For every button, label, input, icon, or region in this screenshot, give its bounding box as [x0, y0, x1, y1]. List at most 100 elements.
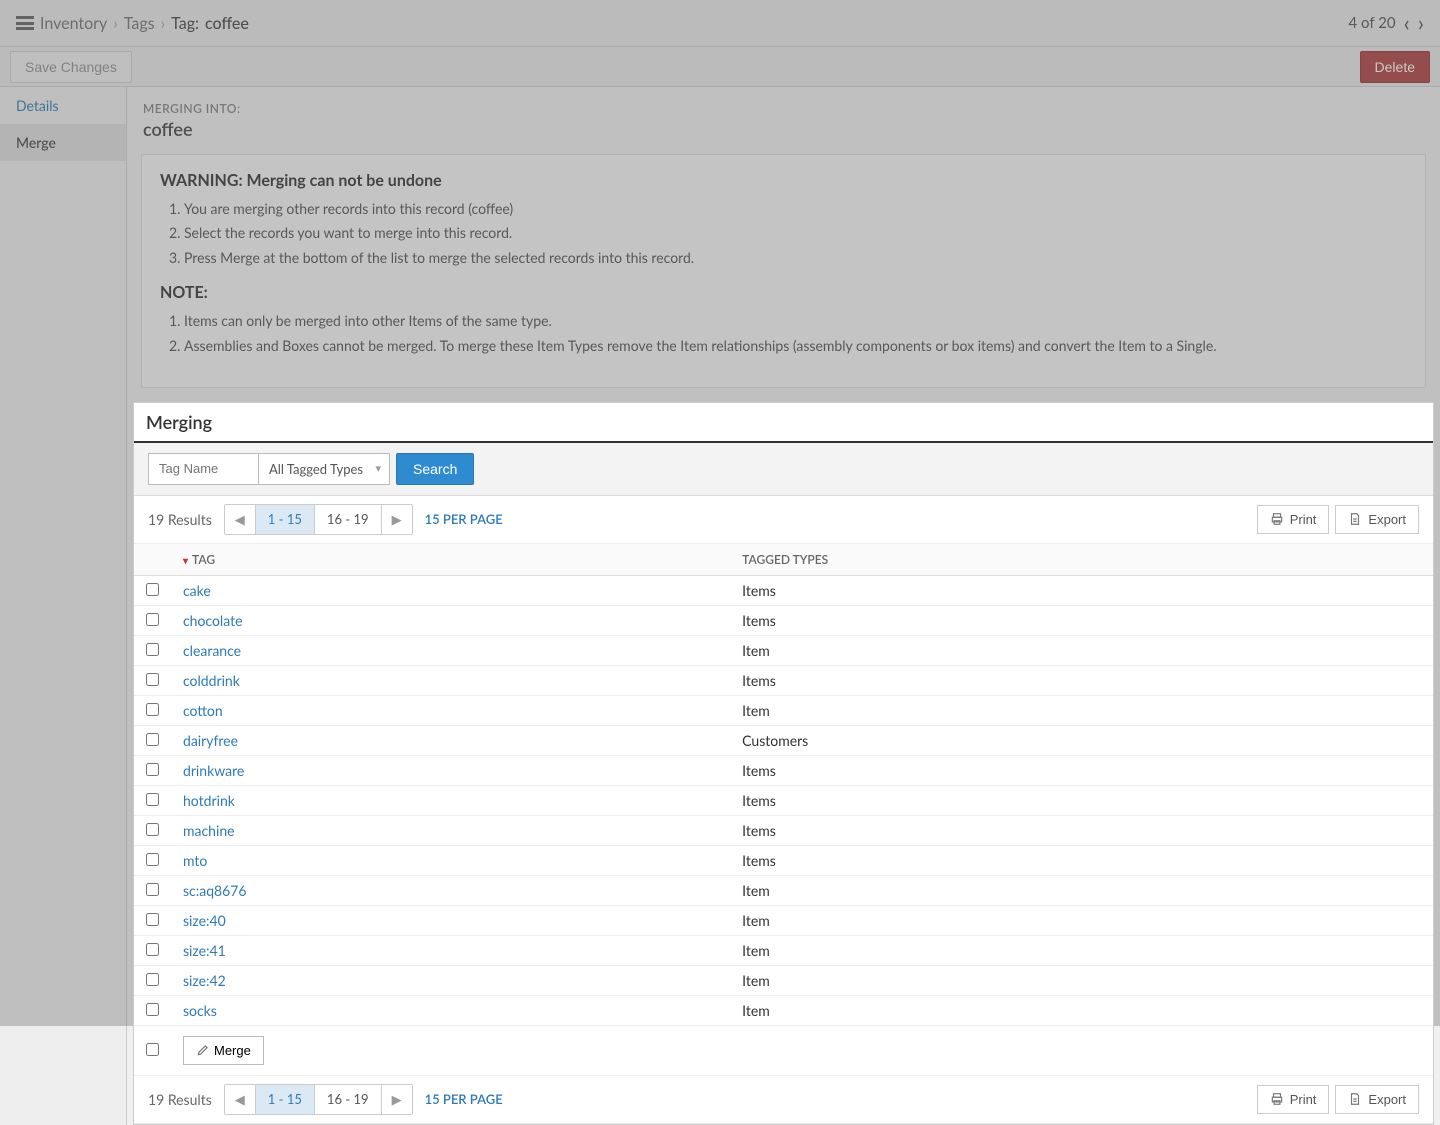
- tagged-types-cell: Items: [730, 785, 1433, 815]
- sidebar-tab-details[interactable]: Details: [0, 87, 126, 124]
- tag-link[interactable]: cake: [183, 582, 211, 599]
- tag-link[interactable]: colddrink: [183, 672, 240, 689]
- export-label: Export: [1368, 1092, 1406, 1107]
- row-checkbox[interactable]: [146, 673, 159, 686]
- tag-link[interactable]: socks: [183, 1002, 217, 1019]
- page-next-icon[interactable]: ▶: [382, 505, 412, 534]
- merging-section: Merging All Tagged Types Search 19 Resul…: [133, 402, 1434, 1125]
- breadcrumb-leaf-value: coffee: [205, 14, 249, 33]
- tag-link[interactable]: cotton: [183, 702, 223, 719]
- warning-step: Press Merge at the bottom of the list to…: [184, 247, 1407, 269]
- row-checkbox[interactable]: [146, 613, 159, 626]
- row-checkbox[interactable]: [146, 793, 159, 806]
- table-row: mtoItems: [134, 845, 1433, 875]
- print-label: Print: [1290, 512, 1317, 527]
- row-checkbox[interactable]: [146, 703, 159, 716]
- section-title: Merging: [134, 403, 1433, 443]
- print-icon: [1270, 1092, 1284, 1106]
- row-checkbox[interactable]: [146, 763, 159, 776]
- table-row: size:40Item: [134, 905, 1433, 935]
- export-button[interactable]: Export: [1335, 505, 1419, 534]
- row-checkbox[interactable]: [146, 583, 159, 596]
- tag-link[interactable]: drinkware: [183, 762, 244, 779]
- warning-heading: WARNING: Merging can not be undone: [160, 171, 1407, 190]
- tagged-types-cell: Item: [730, 695, 1433, 725]
- search-button[interactable]: Search: [396, 453, 474, 485]
- select-all-checkbox[interactable]: [146, 1043, 159, 1056]
- sidebar-tab-merge[interactable]: Merge: [0, 124, 126, 161]
- tagged-types-cell: Item: [730, 935, 1433, 965]
- tag-link[interactable]: hotdrink: [183, 792, 235, 809]
- per-page-link[interactable]: 15 PER PAGE: [425, 1091, 503, 1107]
- tag-link[interactable]: size:40: [183, 912, 226, 929]
- table-row: socks Item: [134, 995, 1433, 1025]
- export-icon: [1348, 512, 1362, 526]
- table-row: clearance Item: [134, 635, 1433, 665]
- row-checkbox[interactable]: [146, 883, 159, 896]
- page-range-1[interactable]: 1 - 15: [256, 1085, 315, 1114]
- results-bar-top: 19 Results ◀ 1 - 15 16 - 19 ▶ 15 PER PAG…: [134, 496, 1433, 544]
- row-checkbox[interactable]: [146, 943, 159, 956]
- page-range-2[interactable]: 16 - 19: [315, 505, 382, 534]
- page-next-icon[interactable]: ▶: [382, 1085, 412, 1114]
- print-button[interactable]: Print: [1257, 505, 1330, 534]
- merge-action-row: Merge: [134, 1025, 1433, 1075]
- table-row: dairyfree Customers: [134, 725, 1433, 755]
- table-row: cakeItems: [134, 575, 1433, 605]
- sidebar: Details Merge: [0, 87, 127, 1125]
- row-checkbox[interactable]: [146, 913, 159, 926]
- tag-link[interactable]: sc:aq8676: [183, 882, 247, 899]
- tagged-types-value: All Tagged Types: [269, 461, 363, 477]
- content: MERGING INTO: coffee WARNING: Merging ca…: [127, 87, 1440, 1125]
- pencil-icon: [196, 1043, 210, 1057]
- tagged-types-cell: Item: [730, 995, 1433, 1025]
- row-checkbox[interactable]: [146, 733, 159, 746]
- warning-step: You are merging other records into this …: [184, 198, 1407, 220]
- merge-button[interactable]: Merge: [183, 1036, 264, 1065]
- tag-link[interactable]: clearance: [183, 642, 241, 659]
- table-row: cotton Item: [134, 695, 1433, 725]
- tagged-types-cell: Item: [730, 635, 1433, 665]
- tag-link[interactable]: mto: [183, 852, 207, 869]
- breadcrumb-root[interactable]: Inventory: [40, 14, 107, 33]
- row-checkbox[interactable]: [146, 643, 159, 656]
- page-range-1[interactable]: 1 - 15: [256, 505, 315, 534]
- record-pager: 4 of 20 ‹ ›: [1349, 12, 1425, 34]
- tag-link[interactable]: dairyfree: [183, 732, 238, 749]
- page-range-2[interactable]: 16 - 19: [315, 1085, 382, 1114]
- pager-text: 4 of 20: [1349, 14, 1396, 32]
- tagged-types-cell: Items: [730, 815, 1433, 845]
- tagged-types-select[interactable]: All Tagged Types: [258, 453, 390, 485]
- breadcrumb: Inventory › Tags › Tag: coffee: [16, 14, 249, 33]
- tag-link[interactable]: size:42: [183, 972, 226, 989]
- print-button[interactable]: Print: [1257, 1085, 1330, 1114]
- per-page-link[interactable]: 15 PER PAGE: [425, 511, 503, 527]
- tagged-types-cell: Items: [730, 755, 1433, 785]
- tag-link[interactable]: chocolate: [183, 612, 242, 629]
- row-checkbox[interactable]: [146, 823, 159, 836]
- export-button[interactable]: Export: [1335, 1085, 1419, 1114]
- col-tag[interactable]: TAG: [171, 544, 730, 576]
- breadcrumb-tags[interactable]: Tags: [124, 14, 155, 33]
- tag-link[interactable]: size:41: [183, 942, 226, 959]
- page-prev-icon[interactable]: ◀: [225, 505, 256, 534]
- note-list: Items can only be merged into other Item…: [184, 310, 1407, 357]
- row-checkbox[interactable]: [146, 973, 159, 986]
- delete-button[interactable]: Delete: [1360, 51, 1430, 83]
- chevron-right-icon: ›: [161, 14, 166, 33]
- col-types[interactable]: TAGGED TYPES: [730, 544, 1433, 576]
- merge-button-label: Merge: [214, 1043, 251, 1058]
- note-item: Items can only be merged into other Item…: [184, 310, 1407, 332]
- row-checkbox[interactable]: [146, 853, 159, 866]
- pager-next-icon[interactable]: ›: [1418, 12, 1424, 34]
- pager-prev-icon[interactable]: ‹: [1404, 12, 1410, 34]
- tag-name-input[interactable]: [148, 453, 258, 485]
- page-prev-icon[interactable]: ◀: [225, 1085, 256, 1114]
- row-checkbox[interactable]: [146, 1003, 159, 1016]
- tagged-types-cell: Customers: [730, 725, 1433, 755]
- table-row: hotdrink Items: [134, 785, 1433, 815]
- print-icon: [1270, 512, 1284, 526]
- save-button[interactable]: Save Changes: [10, 51, 132, 83]
- menu-icon[interactable]: [16, 16, 34, 30]
- tag-link[interactable]: machine: [183, 822, 235, 839]
